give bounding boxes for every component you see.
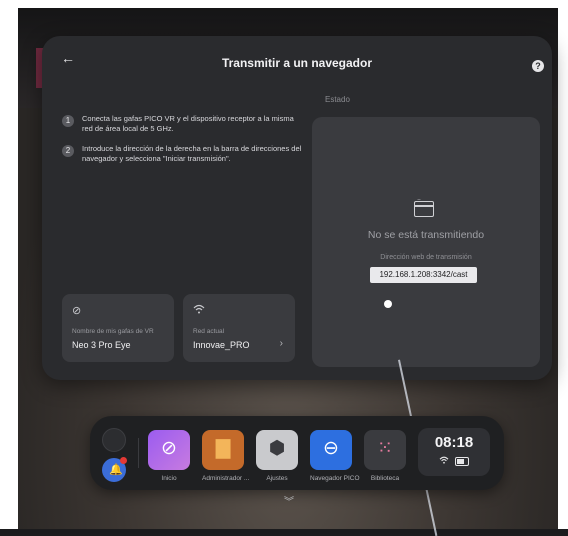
headset-icon: ⊘ [72, 305, 82, 317]
address-label: Dirección web de transmisión [380, 254, 472, 261]
status-text: No se está transmitiendo [367, 229, 485, 241]
app-settings[interactable]: ⬢ Ajustes [256, 430, 298, 482]
app-label: Navegador PICO [310, 475, 360, 482]
step-2: 2 Introduce la dirección de la derecha e… [62, 144, 302, 164]
settings-icon: ⬢ [256, 430, 298, 470]
step-text: Conecta las gafas PICO VR y el dispositi… [82, 114, 294, 133]
notifications-button[interactable]: 🔔 [102, 457, 127, 482]
app-file-manager[interactable]: ▇ Administrador ... [202, 430, 250, 482]
cast-status-box: No se está transmitiendo Dirección web d… [312, 117, 540, 367]
screen-icon [414, 197, 434, 217]
app-inicio[interactable]: ⊘ Inicio [148, 430, 190, 482]
notification-badge [120, 457, 127, 464]
status-panel[interactable]: 08:18 [418, 428, 490, 476]
cast-address-field[interactable]: 192.168.1.208:3342/cast [370, 267, 477, 283]
library-grid-icon: ⁙ [364, 430, 406, 470]
status-icons [418, 456, 490, 467]
app-label: Biblioteca [370, 475, 400, 482]
dock-divider [138, 438, 139, 468]
clock: 08:18 [434, 434, 474, 451]
network-label: Red actual [193, 328, 225, 335]
instructions: 1 Conecta las gafas PICO VR y el disposi… [62, 114, 302, 174]
state-label: Estado [325, 95, 350, 104]
browser-icon: ⊖ [310, 430, 352, 470]
app-label: Ajustes [266, 475, 288, 482]
step-1: 1 Conecta las gafas PICO VR y el disposi… [62, 114, 302, 134]
pointer-cursor [384, 300, 392, 308]
wifi-icon [193, 304, 205, 317]
device-name-label: Nombre de mis gafas de VR [72, 328, 154, 335]
app-label: Inicio [161, 475, 177, 482]
chevron-right-icon: › [279, 338, 283, 349]
folder-icon: ▇ [202, 430, 244, 470]
step-number: 1 [62, 115, 74, 127]
inicio-icon: ⊘ [148, 430, 190, 470]
device-name-value: Neo 3 Pro Eye [72, 340, 131, 350]
page-title: Transmitir a un navegador [221, 56, 373, 70]
chevron-down-icon[interactable]: ︾ [284, 493, 294, 508]
bell-icon: 🔔 [109, 464, 123, 476]
profile-button[interactable] [102, 428, 126, 452]
step-number: 2 [62, 145, 74, 157]
wifi-icon [439, 456, 452, 467]
network-value: Innovae_PRO [193, 340, 250, 350]
help-icon[interactable]: ? [532, 60, 544, 72]
step-text: Introduce la dirección de la derecha en … [82, 144, 302, 163]
battery-icon [455, 456, 470, 466]
network-card[interactable]: Red actual Innovae_PRO › [183, 294, 295, 362]
cast-panel: ← Transmitir a un navegador ? 1 Conecta … [42, 36, 552, 380]
app-browser[interactable]: ⊖ Navegador PICO [310, 430, 360, 482]
app-label: Administrador ... [202, 475, 250, 482]
device-name-card: ⊘ Nombre de mis gafas de VR Neo 3 Pro Ey… [62, 294, 174, 362]
app-library[interactable]: ⁙ Biblioteca [364, 430, 406, 482]
dock-bar: 🔔 ⊘ Inicio ▇ Administrador ... ⬢ Ajustes… [90, 416, 504, 490]
